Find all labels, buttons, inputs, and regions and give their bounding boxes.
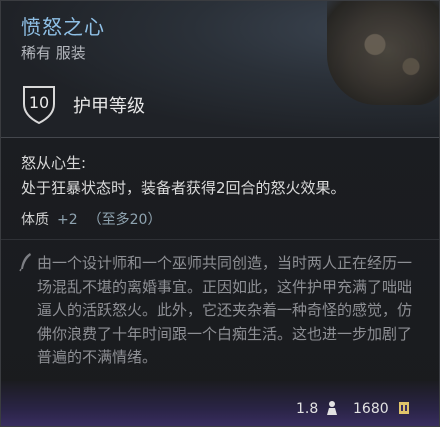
item-tooltip: 愤怒之心 稀有 服装 10 护甲等级 怒从心生: 处于狂暴状态时，装备者获得2回… <box>0 0 440 427</box>
armor-class-label: 护甲等级 <box>73 96 145 117</box>
item-name: 愤怒之心 <box>21 15 105 39</box>
weight-value: 1.8 <box>296 401 319 417</box>
tooltip-header: 愤怒之心 稀有 服装 10 护甲等级 <box>1 1 439 138</box>
armor-class-value: 10 <box>28 93 50 112</box>
coin-icon <box>399 402 409 414</box>
divider <box>1 239 439 240</box>
lore-text: 由一个设计师和一个巫师共同创造，当时两人正在经历一场混乱不堪的离婚事宜。正因如此… <box>37 254 413 366</box>
stat-value: +2 <box>57 212 78 228</box>
divider <box>1 137 439 138</box>
ability-title: 怒从心生: <box>21 154 87 172</box>
stat-bonus: 体质 +2 （至多20） <box>21 209 161 229</box>
weight-icon <box>327 401 337 415</box>
price-value: 1680 <box>353 401 389 417</box>
stat-max: （至多20） <box>87 212 162 228</box>
stat-name: 体质 <box>21 212 49 228</box>
armor-portrait <box>327 1 439 105</box>
armor-class-badge: 10 <box>21 84 57 124</box>
item-rarity-type: 稀有 服装 <box>21 44 86 62</box>
quill-icon <box>19 253 31 272</box>
ability-description: 处于狂暴状态时，装备者获得2回合的怒火效果。 <box>21 179 346 197</box>
